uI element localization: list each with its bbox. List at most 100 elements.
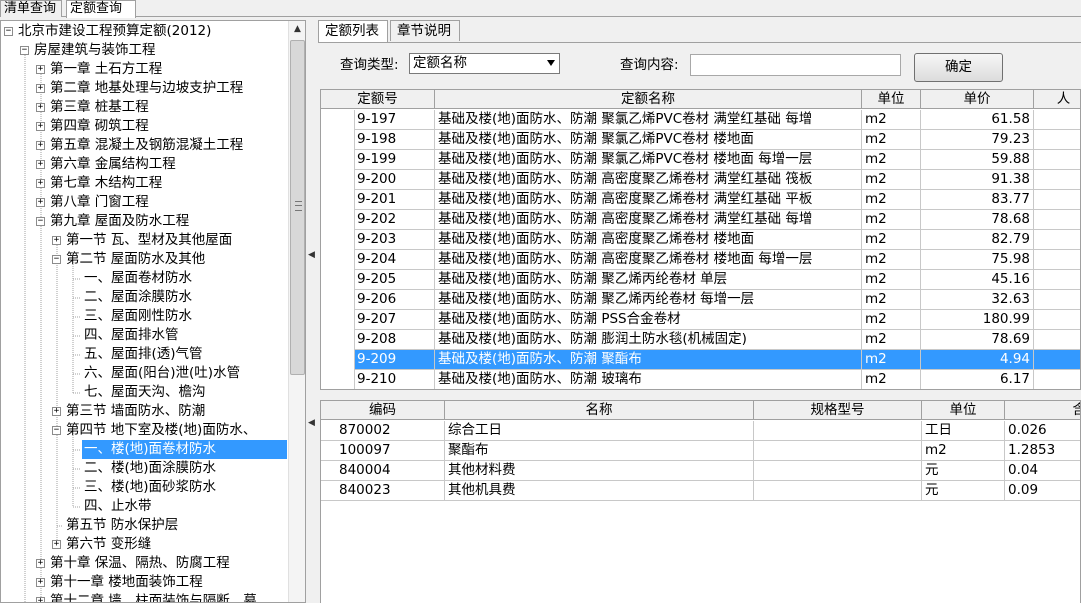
table-row[interactable]: 9-201 基础及楼(地)面防水、防潮 高密度聚乙烯卷材 满堂红基础 平板 m2 83… bbox=[321, 190, 1080, 210]
column-header[interactable]: 单位 bbox=[922, 401, 1005, 420]
expand-icon[interactable]: + bbox=[36, 141, 45, 150]
cell-price[interactable]: 83.77 bbox=[921, 190, 1034, 210]
row-indicator[interactable] bbox=[321, 230, 355, 250]
row-indicator[interactable] bbox=[321, 370, 355, 389]
table-row[interactable]: 9-200 基础及楼(地)面防水、防潮 高密度聚乙烯卷材 满堂红基础 筏板 m2 91… bbox=[321, 170, 1080, 190]
cell-spec[interactable] bbox=[754, 441, 922, 461]
table-row[interactable]: 9-204 基础及楼(地)面防水、防潮 高密度聚乙烯卷材 楼地面 每增一层 m2 75… bbox=[321, 250, 1080, 270]
cell-name[interactable]: 聚酯布 bbox=[445, 441, 754, 461]
cell-unit[interactable]: m2 bbox=[862, 350, 921, 370]
row-indicator[interactable] bbox=[321, 310, 355, 330]
cell-name[interactable]: 基础及楼(地)面防水、防潮 聚氯乙烯PVC卷材 楼地面 每增一层 bbox=[435, 150, 862, 170]
expand-icon[interactable]: + bbox=[52, 236, 61, 245]
cell-name[interactable]: 基础及楼(地)面防水、防潮 高密度聚乙烯卷材 满堂红基础 筏板 bbox=[435, 170, 862, 190]
cell-unit[interactable]: m2 bbox=[862, 190, 921, 210]
table-row-selected[interactable]: 9-209 基础及楼(地)面防水、防潮 聚酯布 m2 4.94 bbox=[321, 350, 1080, 370]
cell-price[interactable]: 91.38 bbox=[921, 170, 1034, 190]
cell-qty[interactable]: 0.09 bbox=[1005, 481, 1080, 501]
scroll-thumb[interactable] bbox=[290, 40, 305, 375]
row-indicator[interactable] bbox=[321, 270, 355, 290]
table-row[interactable]: 9-202 基础及楼(地)面防水、防潮 高密度聚乙烯卷材 满堂红基础 每增 m2 78… bbox=[321, 210, 1080, 230]
cell-code[interactable]: 9-203 bbox=[355, 230, 435, 250]
cell-code[interactable]: 840004 bbox=[321, 461, 445, 481]
collapse-left-icon[interactable]: ◀ bbox=[308, 250, 315, 260]
cell-name[interactable]: 基础及楼(地)面防水、防潮 聚氯乙烯PVC卷材 满堂红基础 每增 bbox=[435, 110, 862, 130]
cell-empty[interactable] bbox=[1034, 330, 1080, 350]
column-header[interactable]: 规格型号 bbox=[754, 401, 922, 420]
column-header[interactable]: 单价 bbox=[921, 90, 1034, 109]
cell-empty[interactable] bbox=[1034, 150, 1080, 170]
table-row[interactable]: 840004 其他材料费 元 0.04 bbox=[321, 461, 1080, 481]
cell-code[interactable]: 9-201 bbox=[355, 190, 435, 210]
cell-name[interactable]: 基础及楼(地)面防水、防潮 聚乙烯丙纶卷材 每增一层 bbox=[435, 290, 862, 310]
cell-name[interactable]: 其他机具费 bbox=[445, 481, 754, 501]
table-row[interactable]: 9-206 基础及楼(地)面防水、防潮 聚乙烯丙纶卷材 每增一层 m2 32.63 bbox=[321, 290, 1080, 310]
tab-quota-list[interactable]: 定额列表 bbox=[318, 20, 388, 42]
table-row[interactable]: 9-205 基础及楼(地)面防水、防潮 聚乙烯丙纶卷材 单层 m2 45.16 bbox=[321, 270, 1080, 290]
cell-price[interactable]: 61.58 bbox=[921, 110, 1034, 130]
cell-qty[interactable]: 1.2853 bbox=[1005, 441, 1080, 461]
table-row[interactable]: 9-210 基础及楼(地)面防水、防潮 玻璃布 m2 6.17 bbox=[321, 370, 1080, 389]
cell-unit[interactable]: 元 bbox=[922, 481, 1005, 501]
cell-empty[interactable] bbox=[1034, 270, 1080, 290]
column-header[interactable]: 定额号 bbox=[321, 90, 435, 109]
column-header[interactable]: 含 bbox=[1005, 401, 1081, 420]
cell-code[interactable]: 9-207 bbox=[355, 310, 435, 330]
cell-empty[interactable] bbox=[1034, 370, 1080, 389]
cell-price[interactable]: 45.16 bbox=[921, 270, 1034, 290]
cell-code[interactable]: 9-200 bbox=[355, 170, 435, 190]
cell-price[interactable]: 78.68 bbox=[921, 210, 1034, 230]
collapse-icon[interactable]: − bbox=[36, 217, 45, 226]
cell-name[interactable]: 基础及楼(地)面防水、防潮 高密度聚乙烯卷材 楼地面 每增一层 bbox=[435, 250, 862, 270]
row-indicator[interactable] bbox=[321, 330, 355, 350]
cell-empty[interactable] bbox=[1034, 130, 1080, 150]
expand-icon[interactable]: + bbox=[36, 179, 45, 188]
cell-code[interactable]: 9-209 bbox=[355, 350, 435, 370]
expand-icon[interactable]: + bbox=[36, 122, 45, 131]
expand-icon[interactable]: + bbox=[36, 160, 45, 169]
row-indicator[interactable] bbox=[321, 250, 355, 270]
cell-unit[interactable]: m2 bbox=[862, 250, 921, 270]
collapse-left-icon[interactable]: ◀ bbox=[308, 418, 315, 428]
cell-name[interactable]: 基础及楼(地)面防水、防潮 聚酯布 bbox=[435, 350, 862, 370]
cell-name[interactable]: 基础及楼(地)面防水、防潮 玻璃布 bbox=[435, 370, 862, 389]
cell-unit[interactable]: 元 bbox=[922, 461, 1005, 481]
cell-spec[interactable] bbox=[754, 461, 922, 481]
expand-icon[interactable]: + bbox=[36, 597, 45, 602]
expand-icon[interactable]: + bbox=[36, 84, 45, 93]
cell-code[interactable]: 9-208 bbox=[355, 330, 435, 350]
cell-unit[interactable]: 工日 bbox=[922, 421, 1005, 441]
column-header[interactable]: 定额名称 bbox=[435, 90, 862, 109]
row-indicator[interactable] bbox=[321, 190, 355, 210]
cell-code[interactable]: 840023 bbox=[321, 481, 445, 501]
collapse-icon[interactable]: − bbox=[4, 27, 13, 36]
cell-code[interactable]: 9-205 bbox=[355, 270, 435, 290]
expand-icon[interactable]: + bbox=[36, 559, 45, 568]
cell-price[interactable]: 79.23 bbox=[921, 130, 1034, 150]
expand-icon[interactable]: + bbox=[52, 407, 61, 416]
cell-empty[interactable] bbox=[1034, 310, 1080, 330]
cell-name[interactable]: 基础及楼(地)面防水、防潮 高密度聚乙烯卷材 满堂红基础 每增 bbox=[435, 210, 862, 230]
table-row[interactable]: 870002 综合工日 工日 0.026 bbox=[321, 421, 1080, 441]
cell-code[interactable]: 9-199 bbox=[355, 150, 435, 170]
cell-empty[interactable] bbox=[1034, 210, 1080, 230]
cell-qty[interactable]: 0.04 bbox=[1005, 461, 1080, 481]
table-row[interactable]: 840023 其他机具费 元 0.09 bbox=[321, 481, 1080, 501]
cell-unit[interactable]: m2 bbox=[862, 330, 921, 350]
row-indicator[interactable] bbox=[321, 130, 355, 150]
cell-qty[interactable]: 0.026 bbox=[1005, 421, 1080, 441]
cell-unit[interactable]: m2 bbox=[862, 150, 921, 170]
column-header[interactable]: 名称 bbox=[445, 401, 754, 420]
cell-code[interactable]: 9-197 bbox=[355, 110, 435, 130]
cell-unit[interactable]: m2 bbox=[862, 130, 921, 150]
cell-unit[interactable]: m2 bbox=[862, 270, 921, 290]
cell-unit[interactable]: m2 bbox=[862, 290, 921, 310]
cell-name[interactable]: 基础及楼(地)面防水、防潮 高密度聚乙烯卷材 楼地面 bbox=[435, 230, 862, 250]
row-indicator[interactable] bbox=[321, 150, 355, 170]
cell-name[interactable]: 基础及楼(地)面防水、防潮 聚氯乙烯PVC卷材 楼地面 bbox=[435, 130, 862, 150]
scroll-up-icon[interactable]: ▲ bbox=[289, 21, 305, 38]
table-row[interactable]: 100097 聚酯布 m2 1.2853 bbox=[321, 441, 1080, 461]
cell-unit[interactable]: m2 bbox=[862, 110, 921, 130]
tab-section-notes[interactable]: 章节说明 bbox=[390, 20, 460, 41]
column-header[interactable]: 编码 bbox=[321, 401, 445, 420]
